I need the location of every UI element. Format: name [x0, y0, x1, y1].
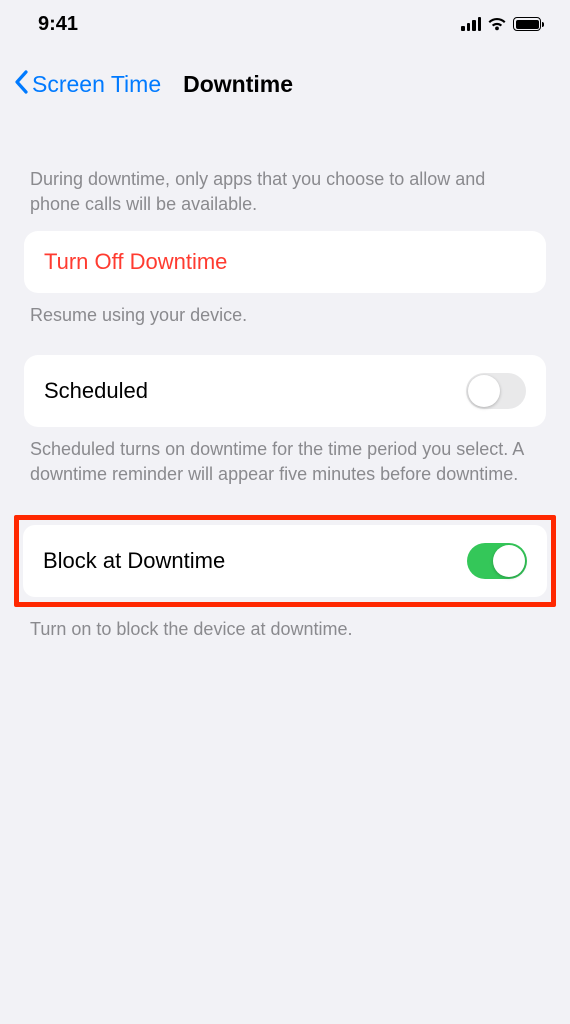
- battery-icon: [513, 17, 544, 31]
- navigation-bar: Screen Time Downtime: [0, 48, 570, 111]
- scheduled-toggle[interactable]: [466, 373, 526, 409]
- status-bar: 9:41: [0, 0, 570, 48]
- page-title: Downtime: [183, 71, 293, 98]
- intro-description: During downtime, only apps that you choo…: [24, 111, 546, 231]
- block-at-downtime-row: Block at Downtime: [23, 525, 547, 597]
- highlight-annotation: Block at Downtime: [14, 515, 556, 607]
- back-button[interactable]: Screen Time: [32, 71, 161, 98]
- turn-off-downtime-footer: Resume using your device.: [24, 293, 546, 328]
- block-at-downtime-toggle[interactable]: [467, 543, 527, 579]
- turn-off-downtime-label: Turn Off Downtime: [44, 249, 227, 275]
- status-time: 9:41: [38, 13, 78, 36]
- cellular-signal-icon: [461, 17, 481, 31]
- scheduled-row: Scheduled: [24, 355, 546, 427]
- scheduled-footer: Scheduled turns on downtime for the time…: [24, 427, 546, 487]
- block-at-downtime-footer: Turn on to block the device at downtime.: [24, 607, 546, 642]
- status-icons: [461, 17, 544, 32]
- turn-off-downtime-button[interactable]: Turn Off Downtime: [24, 231, 546, 293]
- scheduled-label: Scheduled: [44, 378, 148, 404]
- wifi-icon: [487, 17, 507, 32]
- content-area: During downtime, only apps that you choo…: [0, 111, 570, 642]
- block-at-downtime-label: Block at Downtime: [43, 548, 225, 574]
- back-chevron-icon[interactable]: [14, 70, 30, 99]
